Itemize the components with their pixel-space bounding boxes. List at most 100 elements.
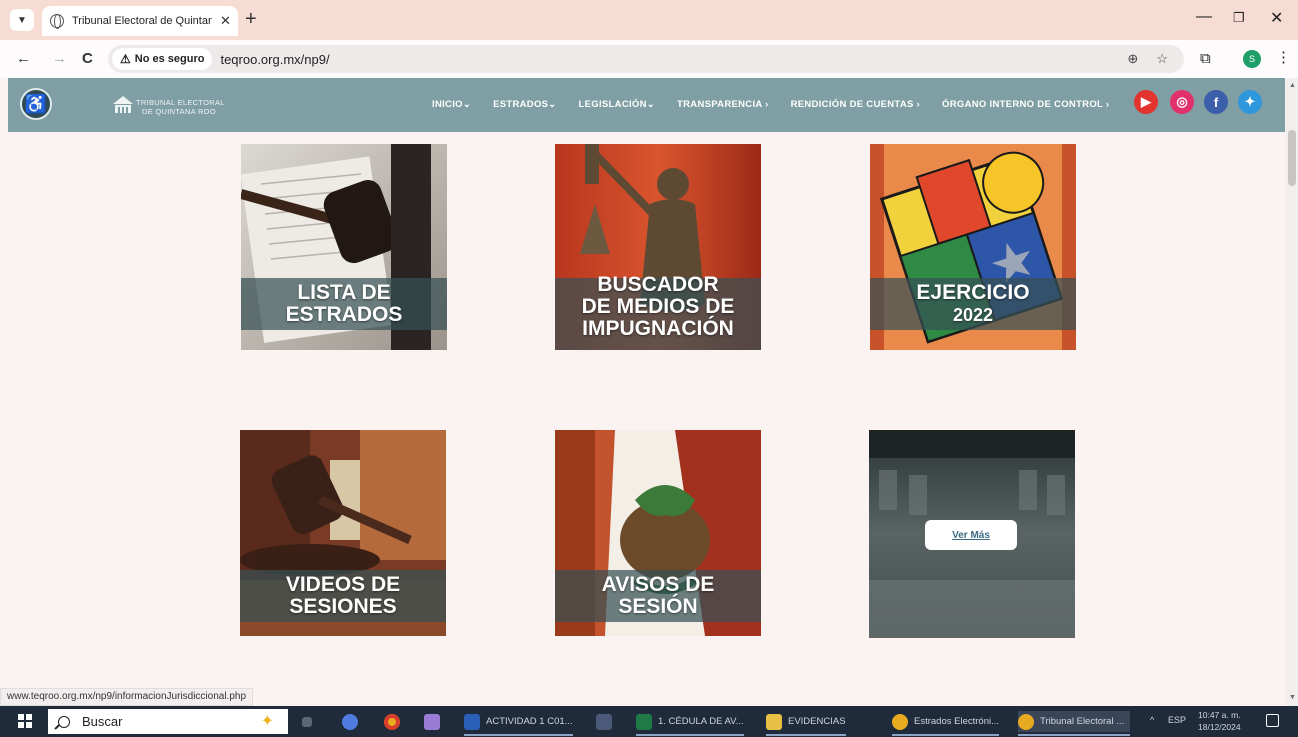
browser-menu-icon[interactable]: ⋮ <box>1276 48 1291 66</box>
globe-icon <box>50 14 64 29</box>
tile-lista-de-estrados[interactable]: LISTA DE ESTRADOS <box>241 144 447 350</box>
main-nav: INICIO⌄ ESTRADOS⌄ LEGISLACIÓN⌄ TRANSPARE… <box>432 99 1109 110</box>
tile-title-line: SESIÓN <box>618 595 698 618</box>
restore-button[interactable]: ❐ <box>1233 10 1245 26</box>
task-view-icon[interactable] <box>302 711 318 732</box>
windows-start-icon[interactable] <box>18 714 32 728</box>
link-status-url: www.teqroo.org.mx/np9/informacionJurisdi… <box>0 688 254 706</box>
twitter-icon[interactable]: ✦ <box>1238 90 1262 114</box>
taskbar-chrome-estrados[interactable]: Estrados Electróni... <box>892 711 1000 736</box>
taskbar-clock[interactable]: 10:47 a. m. 18/12/2024 <box>1198 709 1241 733</box>
minimize-button[interactable]: — <box>1196 8 1212 26</box>
nav-transparencia[interactable]: TRANSPARENCIA › <box>677 99 769 110</box>
nav-organo-interno-de-control[interactable]: ÓRGANO INTERNO DE CONTROL › <box>942 99 1109 110</box>
copilot-app-icon[interactable] <box>342 711 364 732</box>
reload-button[interactable]: C <box>82 50 93 67</box>
scroll-down-icon[interactable]: ▼ <box>1289 694 1296 701</box>
site-logo-text[interactable]: TRIBUNAL ELECTORAL DE QUINTANA ROO <box>136 98 225 116</box>
taskbar-chrome-tribunal[interactable]: Tribunal Electoral ... <box>1018 711 1131 736</box>
tile-title-line: 2022 <box>952 305 994 325</box>
tab-close-button[interactable]: ✕ <box>220 13 231 29</box>
browser-toolbar: ← → C ⚠ No es seguro teqroo.org.mx/np9/ … <box>0 40 1298 78</box>
tile-title-line: LISTA DE <box>297 281 391 304</box>
taskbar-item-label: ACTIVIDAD 1 C01... <box>486 716 573 727</box>
forward-button[interactable]: → <box>52 50 67 67</box>
url-text[interactable]: teqroo.org.mx/np9/ <box>220 52 329 67</box>
windows-taskbar: Buscar ✦ ACTIVIDAD 1 C01... 1. CÉDULA DE… <box>0 706 1298 737</box>
tab-search-button[interactable]: ▼ <box>10 9 34 31</box>
clock-time: 10:47 a. m. <box>1198 710 1241 720</box>
scroll-thumb[interactable] <box>1288 130 1296 186</box>
tile-title: AVISOS DE SESIÓN <box>555 574 761 618</box>
copilot-sparkle-icon: ✦ <box>260 713 274 730</box>
taskbar-word-actividad[interactable]: ACTIVIDAD 1 C01... <box>464 711 573 736</box>
facebook-icon[interactable]: f <box>1204 90 1228 114</box>
excel-icon <box>636 713 652 730</box>
tile-ver-mas: Ver Más <box>869 430 1075 638</box>
browser-tab-active[interactable]: Tribunal Electoral de Quintana ✕ <box>42 6 238 36</box>
taskbar-folder-evidencias[interactable]: EVIDENCIAS <box>766 711 846 736</box>
tile-title-line: DE MEDIOS DE <box>581 295 735 318</box>
window-close-button[interactable]: ✕ <box>1270 8 1283 28</box>
tile-title-line: IMPUGNACIÓN <box>582 317 734 340</box>
folder-icon <box>766 713 782 730</box>
instagram-icon[interactable]: ◎ <box>1170 90 1194 114</box>
nav-inicio[interactable]: INICIO⌄ <box>432 99 471 110</box>
tray-chevron-icon[interactable]: ^ <box>1150 715 1154 725</box>
taskbar-excel-cedula[interactable]: 1. CÉDULA DE AV... <box>636 711 744 736</box>
address-bar[interactable]: ⚠ No es seguro teqroo.org.mx/np9/ ⊕ ☆ <box>108 45 1184 73</box>
taskbar-item-label: Estrados Electróni... <box>914 716 1000 727</box>
youtube-icon[interactable]: ▶ <box>1134 90 1158 114</box>
tile-title-line: ESTRADOS <box>285 303 403 326</box>
chrome-icon <box>1018 713 1034 730</box>
browser-tabstrip: ▼ Tribunal Electoral de Quintana ✕ + — ❐… <box>0 0 1298 40</box>
chrome-icon <box>892 713 908 730</box>
extensions-icon[interactable]: ⧉ <box>1200 50 1211 67</box>
taskbar-item-label: EVIDENCIAS <box>788 716 846 727</box>
taskbar-search-label: Buscar <box>82 714 123 729</box>
tile-videos-de-sesiones[interactable]: VIDEOS DE SESIONES <box>240 430 446 636</box>
ver-mas-button[interactable]: Ver Más <box>925 520 1017 550</box>
tribunal-logo-icon[interactable] <box>112 94 134 116</box>
notification-icon[interactable] <box>1266 714 1279 727</box>
logo-line-1: TRIBUNAL ELECTORAL <box>136 98 225 107</box>
taskbar-item-label: Tribunal Electoral ... <box>1040 716 1125 727</box>
chrome-app-icon[interactable] <box>384 711 406 732</box>
security-label: No es seguro <box>134 53 205 65</box>
tile-title-line: VIDEOS DE <box>285 573 401 596</box>
calculator-app-icon[interactable] <box>596 711 618 732</box>
paint-app-icon[interactable] <box>424 711 446 732</box>
profile-avatar[interactable]: S <box>1243 50 1261 68</box>
taskbar-item-label: 1. CÉDULA DE AV... <box>658 716 744 727</box>
page-scrollbar[interactable]: ▲ ▼ <box>1286 78 1298 706</box>
clock-date: 18/12/2024 <box>1198 722 1241 732</box>
tab-title: Tribunal Electoral de Quintana <box>72 15 212 27</box>
logo-line-2: DE QUINTANA ROO <box>142 107 216 116</box>
tile-ejercicio-2022[interactable]: EJERCICIO 2022 <box>870 144 1076 350</box>
tile-avisos-de-sesion[interactable]: AVISOS DE SESIÓN <box>555 430 761 636</box>
nav-legislacion[interactable]: LEGISLACIÓN⌄ <box>579 99 655 110</box>
tray-language[interactable]: ESP <box>1168 715 1186 725</box>
nav-estrados[interactable]: ESTRADOS⌄ <box>493 99 556 110</box>
nav-rendicion-de-cuentas[interactable]: RENDICIÓN DE CUENTAS › <box>791 99 920 110</box>
zoom-icon[interactable]: ⊕ ☆ <box>1127 51 1168 67</box>
scroll-up-icon[interactable]: ▲ <box>1289 82 1296 89</box>
word-icon <box>464 713 480 730</box>
new-tab-button[interactable]: + <box>245 8 257 31</box>
tile-title-line: BUSCADOR <box>597 273 719 296</box>
tile-title-line: AVISOS DE <box>601 573 715 596</box>
site-header: ♿ TRIBUNAL ELECTORAL DE QUINTANA ROO INI… <box>8 78 1285 132</box>
search-icon <box>58 715 70 728</box>
tile-title: LISTA DE ESTRADOS <box>241 282 447 326</box>
taskbar-search-box[interactable]: Buscar ✦ <box>48 709 288 734</box>
warning-icon: ⚠ <box>120 52 131 66</box>
tile-title: BUSCADOR DE MEDIOS DE IMPUGNACIÓN <box>555 274 761 340</box>
tile-title-line: EJERCICIO <box>916 281 1030 304</box>
accessibility-icon[interactable]: ♿ <box>20 88 52 120</box>
security-chip[interactable]: ⚠ No es seguro <box>112 48 213 70</box>
tile-title-line: SESIONES <box>289 595 397 618</box>
tile-buscador-de-medios[interactable]: BUSCADOR DE MEDIOS DE IMPUGNACIÓN <box>555 144 761 350</box>
back-button[interactable]: ← <box>16 50 31 67</box>
tile-title: EJERCICIO 2022 <box>870 282 1076 326</box>
tile-title: VIDEOS DE SESIONES <box>240 574 446 618</box>
